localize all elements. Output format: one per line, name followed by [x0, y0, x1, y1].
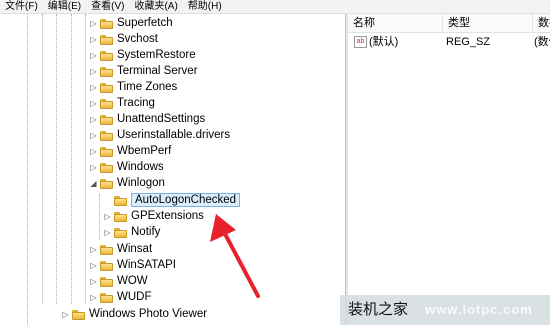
folder-icon [100, 34, 113, 45]
tree-item[interactable]: ▷ Time Zones [90, 79, 177, 95]
folder-icon [100, 130, 113, 141]
folder-icon [100, 18, 113, 29]
tree-guide-line [99, 194, 100, 240]
column-header-type[interactable]: 类型 [443, 14, 533, 32]
tree-guide-line [71, 14, 72, 304]
tree-item[interactable]: ▷ Terminal Server [90, 63, 197, 79]
tree-item[interactable]: ▷ Notify [104, 224, 160, 240]
expand-icon[interactable]: ▷ [90, 277, 97, 286]
tree-item[interactable]: ▷ Userinstallable.drivers [90, 127, 230, 143]
tree-item[interactable]: ▷ WbemPerf [90, 143, 171, 159]
collapse-icon[interactable]: ◢ [90, 179, 97, 188]
folder-icon [100, 66, 113, 77]
tree-item[interactable]: ▷ WUDF [90, 289, 151, 305]
folder-icon [100, 98, 113, 109]
tree-item-winlogon[interactable]: ◢ Winlogon [90, 175, 165, 191]
expand-icon[interactable]: ▷ [90, 261, 97, 270]
expand-icon[interactable]: ▷ [90, 19, 97, 28]
folder-icon [100, 146, 113, 157]
folder-icon [100, 260, 113, 271]
folder-open-icon [100, 178, 113, 189]
expand-icon[interactable]: ▷ [90, 99, 97, 108]
expand-icon[interactable]: ▷ [104, 212, 111, 221]
folder-icon [100, 82, 113, 93]
tree-guide-line [56, 14, 57, 304]
tree-item[interactable]: ▷ WinSATAPI [90, 257, 176, 273]
tree-item[interactable]: ▷ GPExtensions [104, 208, 203, 224]
expand-icon[interactable]: ▷ [90, 51, 97, 60]
expand-icon[interactable]: ▷ [90, 245, 97, 254]
menu-view[interactable]: 查看(V) [86, 0, 129, 13]
string-value-icon: ab [354, 36, 367, 49]
menu-bar: 文件(F) 编辑(E) 查看(V) 收藏夹(A) 帮助(H) [0, 0, 550, 14]
list-row-name[interactable]: ab (默认) [354, 34, 398, 50]
tree-item-autologonchecked[interactable]: AutoLogonChecked [104, 192, 241, 208]
tree-item[interactable]: ▷ UnattendSettings [90, 111, 205, 127]
expand-icon[interactable]: ▷ [90, 131, 97, 140]
expand-placeholder [104, 196, 111, 205]
expand-icon[interactable]: ▷ [90, 293, 97, 302]
folder-icon [100, 114, 113, 125]
tree-guide-line [27, 14, 28, 325]
folder-icon [100, 162, 113, 173]
value-list[interactable]: 名称 类型 数据 ab(默认) REG_SZ (数值 [348, 14, 550, 325]
expand-icon[interactable]: ▷ [90, 147, 97, 156]
folder-icon [114, 211, 127, 222]
watermark-text: 装机之家 [348, 300, 409, 318]
tree-item[interactable]: ▷ Svchost [90, 31, 158, 47]
tree-item[interactable]: ▷ Superfetch [90, 15, 172, 31]
tree-item-windows-photo-viewer[interactable]: ▷ Windows Photo Viewer [62, 306, 207, 322]
tree-item[interactable]: ▷ Tracing [90, 95, 155, 111]
tree-item[interactable]: ▷ SystemRestore [90, 47, 195, 63]
expand-icon[interactable]: ▷ [90, 115, 97, 124]
menu-edit[interactable]: 编辑(E) [43, 0, 86, 13]
folder-icon [100, 50, 113, 61]
folder-icon [100, 292, 113, 303]
expand-icon[interactable]: ▷ [90, 67, 97, 76]
tree-item[interactable]: ▷ Winsat [90, 241, 152, 257]
menu-file[interactable]: 文件(F) [0, 0, 43, 13]
tree-guide-line [85, 14, 86, 304]
tree-item[interactable]: ▷ WOW [90, 273, 147, 289]
expand-icon[interactable]: ▷ [90, 83, 97, 92]
arrow-head [210, 214, 236, 242]
arrow-shaft [222, 230, 260, 298]
registry-tree[interactable]: ▷ Superfetch ▷ Svchost ▷ SystemRestore ▷ Ter… [0, 14, 345, 325]
folder-icon [114, 195, 127, 206]
tree-guide-line [42, 14, 43, 304]
menu-favorites[interactable]: 收藏夹(A) [129, 0, 182, 13]
red-arrow-annotation [210, 214, 260, 298]
expand-icon[interactable]: ▷ [62, 310, 69, 319]
column-header-data[interactable]: 数据 [533, 14, 550, 32]
expand-icon[interactable]: ▷ [104, 228, 111, 237]
folder-icon [100, 244, 113, 255]
folder-icon [100, 276, 113, 287]
list-row-type: REG_SZ [446, 36, 491, 48]
column-header-name[interactable]: 名称 [348, 14, 443, 32]
expand-icon[interactable]: ▷ [90, 163, 97, 172]
folder-icon [72, 309, 85, 320]
tree-item[interactable]: ▷ Windows [90, 159, 163, 175]
list-row-data: (数值 [534, 36, 550, 48]
watermark-url: www.lotpc.com [425, 302, 533, 317]
folder-icon [114, 227, 127, 238]
menu-help[interactable]: 帮助(H) [183, 0, 227, 13]
expand-icon[interactable]: ▷ [90, 35, 97, 44]
